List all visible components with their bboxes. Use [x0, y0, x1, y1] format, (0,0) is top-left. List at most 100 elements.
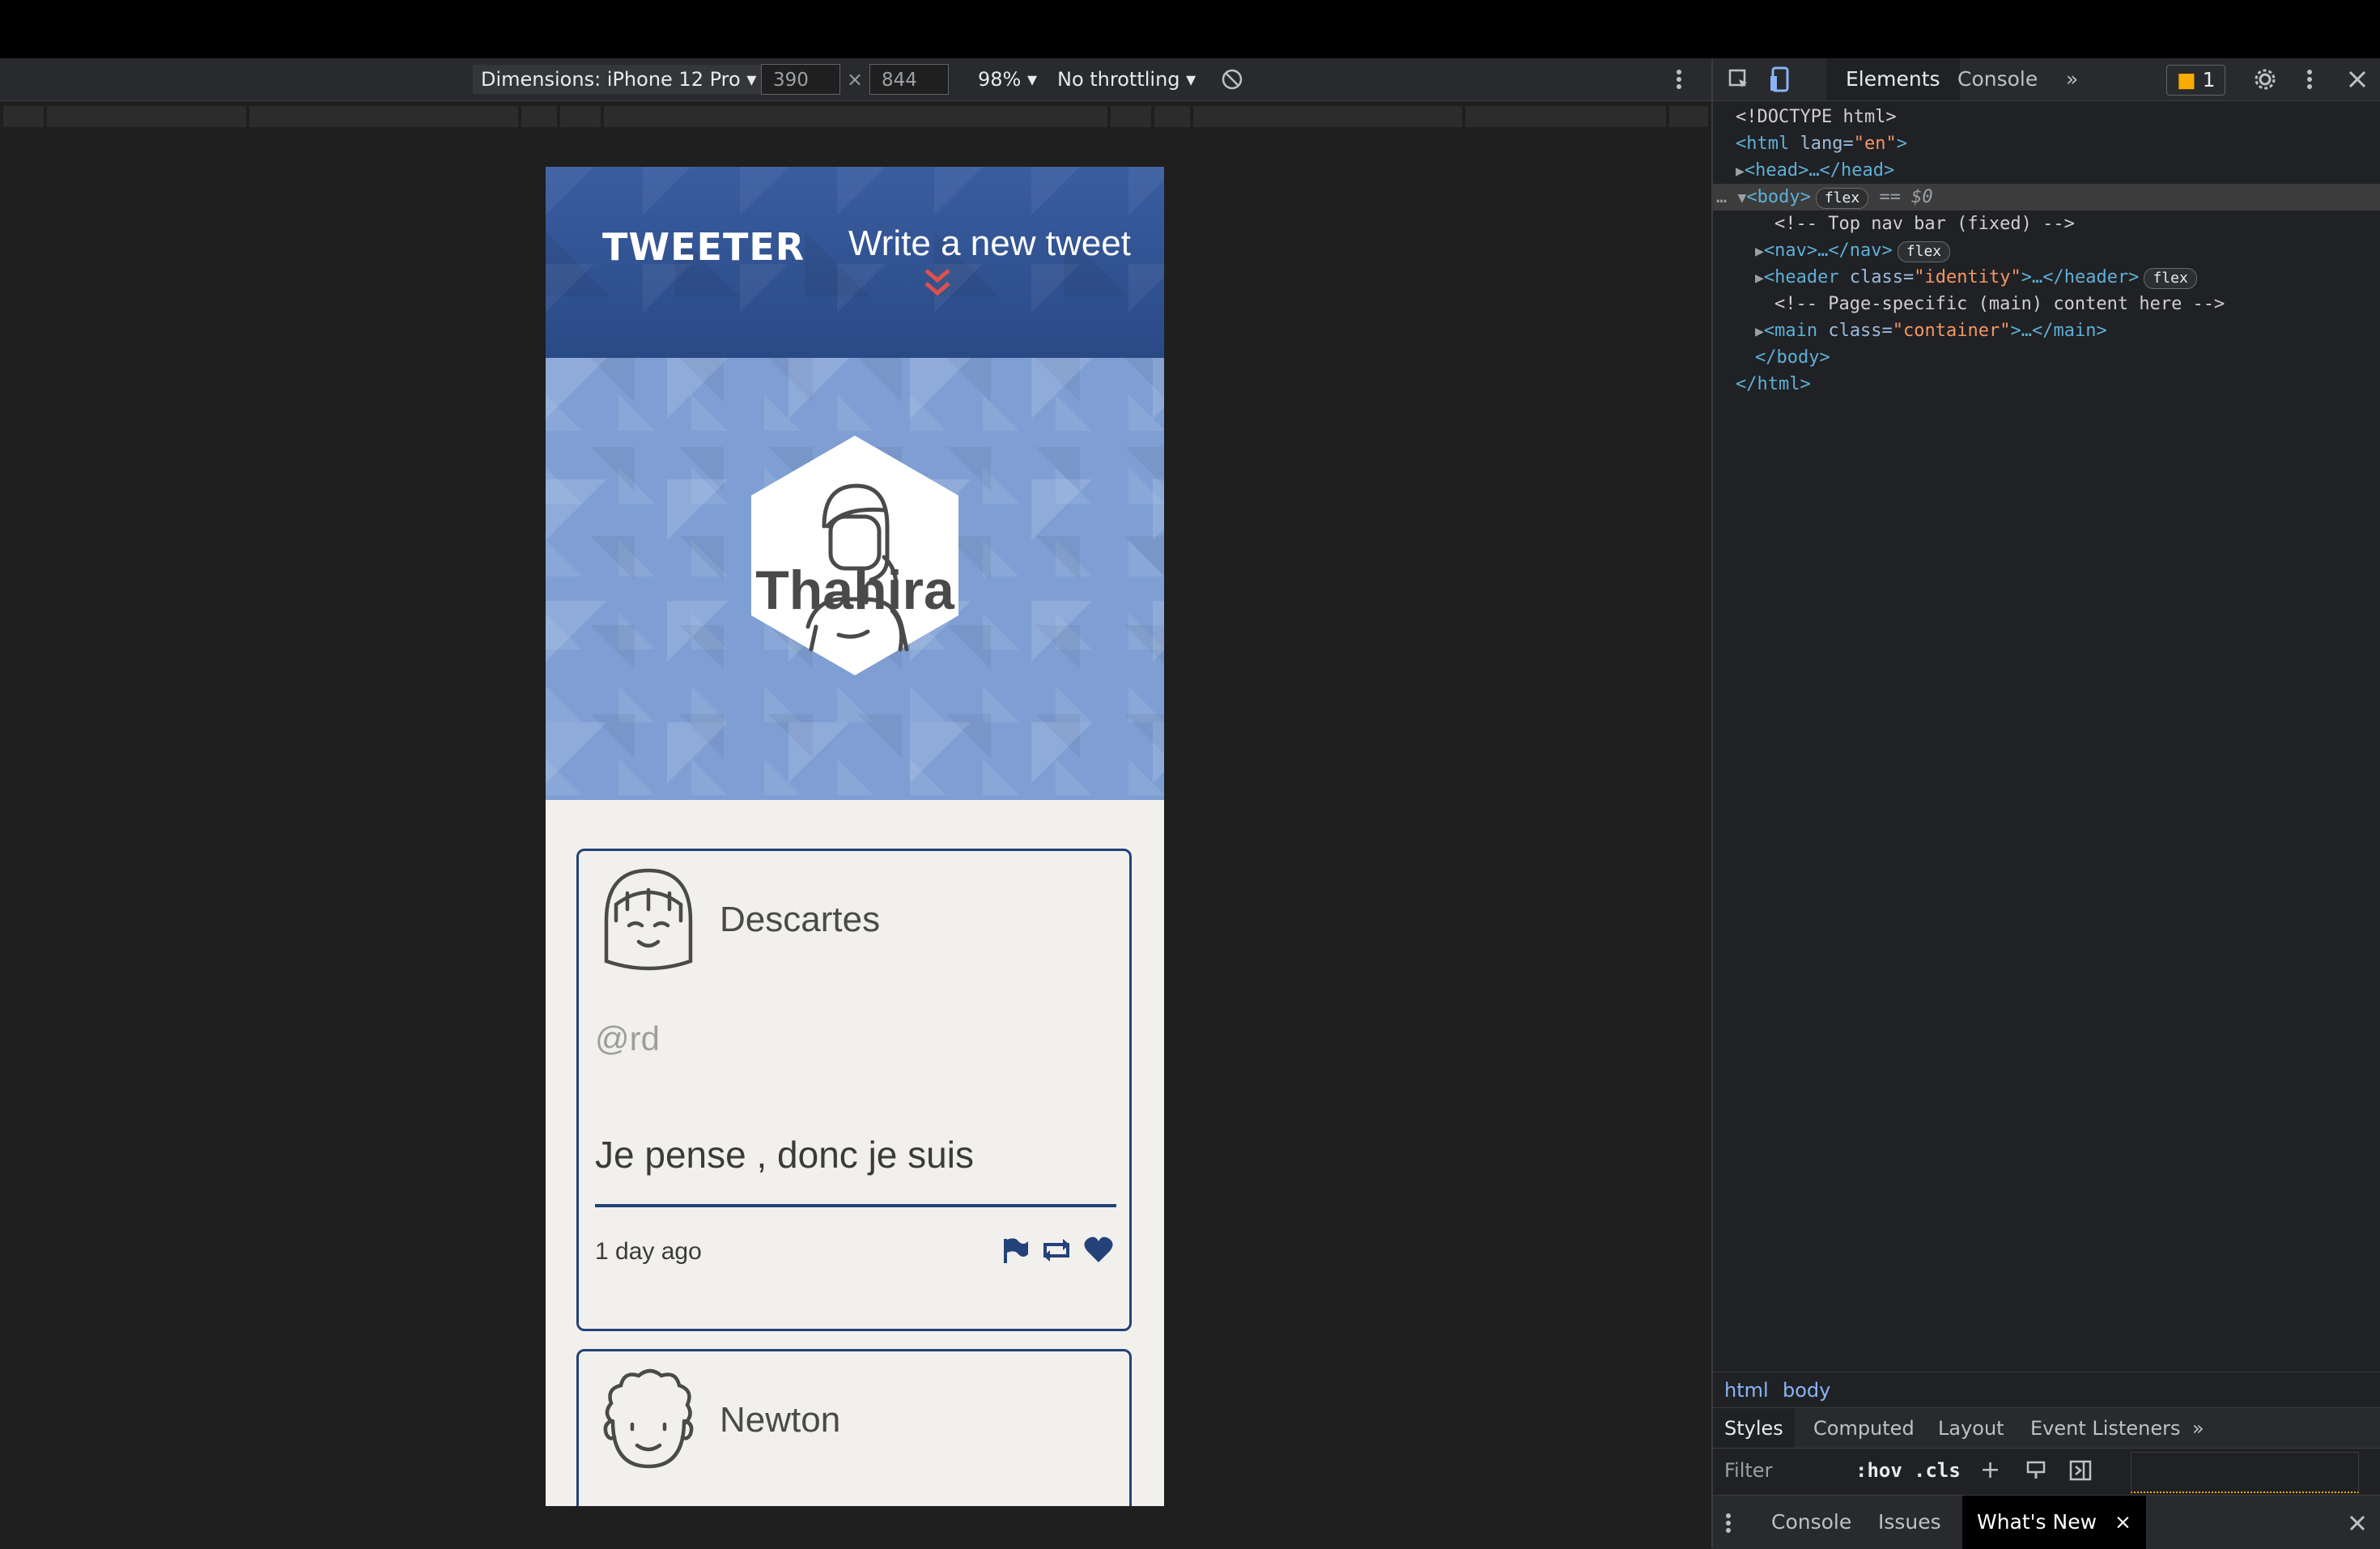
devtools-panel: Elements Console » ■ 1 <!DOCTYPE html> <…	[1711, 58, 2380, 1549]
dropdown-caret-icon: ▾	[746, 68, 757, 91]
styles-filter-input[interactable]: Filter	[1724, 1449, 1772, 1492]
dimensions-label: Dimensions: iPhone 12 Pro	[481, 68, 741, 91]
element-state-icon[interactable]	[2025, 1460, 2046, 1481]
dimensions-select[interactable]: Dimensions: iPhone 12 Pro ▾	[473, 65, 765, 94]
tweet-divider	[595, 1204, 1116, 1207]
dom-node[interactable]: </body>	[1713, 344, 2380, 371]
compose-link[interactable]: Write a new tweet	[848, 223, 1131, 264]
more-tabs-icon[interactable]: »	[2192, 1408, 2204, 1449]
dom-node[interactable]: </html>	[1713, 371, 2380, 398]
media-query-segment[interactable]	[1465, 106, 1668, 127]
retweet-icon[interactable]	[1040, 1236, 1073, 1264]
media-query-segment[interactable]	[560, 106, 602, 127]
media-query-segment[interactable]	[3, 106, 45, 127]
expand-triangle-icon: ▶	[1755, 270, 1764, 287]
tweet-author-name: Newton	[720, 1400, 841, 1440]
devtools-menu-icon[interactable]	[2306, 68, 2314, 91]
media-query-segment[interactable]	[1154, 106, 1192, 127]
media-query-bar	[0, 103, 1711, 130]
tweet-timestamp: 1 day ago	[595, 1238, 702, 1265]
dom-node[interactable]: ▶<nav>…</nav> flex	[1713, 237, 2380, 264]
media-query-segment[interactable]	[604, 106, 1109, 127]
throttling-value: No throttling	[1057, 68, 1180, 91]
width-input[interactable]: 390	[761, 64, 840, 95]
styles-tab-bar: Styles Computed Layout Event Listeners »	[1713, 1407, 2380, 1449]
dom-node[interactable]: ▶<main class="container">…</main>	[1713, 317, 2380, 344]
media-query-segment[interactable]	[249, 106, 520, 127]
media-query-segment[interactable]	[47, 106, 248, 127]
cls-toggle[interactable]: .cls	[1914, 1449, 1961, 1492]
height-input[interactable]: 844	[869, 64, 949, 95]
box-model-preview	[2131, 1452, 2359, 1493]
dom-node[interactable]: <!DOCTYPE html>	[1713, 104, 2380, 130]
dom-tree: <!DOCTYPE html> <html lang="en"> ▶<head>…	[1713, 104, 2380, 398]
close-icon[interactable]: ×	[2114, 1510, 2131, 1534]
issues-count: 1	[2202, 68, 2216, 91]
toggle-sidebar-icon[interactable]	[2069, 1460, 2092, 1481]
top-nav: TWEETER Write a new tweet	[546, 167, 1164, 358]
double-chevron-down-icon[interactable]	[921, 267, 954, 300]
warning-icon: ■	[2177, 68, 2196, 91]
throttling-select[interactable]: No throttling ▾	[1057, 58, 1196, 100]
media-query-segment[interactable]	[1193, 106, 1464, 127]
times-separator: ×	[847, 68, 864, 91]
flex-badge[interactable]: flex	[2144, 268, 2197, 289]
dom-node[interactable]: ▶<head>…</head>	[1713, 157, 2380, 184]
tweet-actions	[1001, 1236, 1113, 1264]
more-options-icon[interactable]	[1674, 68, 1684, 91]
dom-comment[interactable]: <!-- Top nav bar (fixed) -->	[1713, 211, 2380, 237]
drawer-tab-label: What's New	[1977, 1510, 2097, 1534]
tab-computed[interactable]: Computed	[1813, 1408, 1915, 1449]
issues-counter[interactable]: ■ 1	[2166, 65, 2226, 96]
flag-icon[interactable]	[1001, 1236, 1029, 1264]
top-black-bar	[0, 0, 2380, 58]
expand-triangle-icon: ▶	[1736, 163, 1745, 180]
app-logo[interactable]: TWEETER	[602, 225, 805, 269]
profile-name: Thahira	[755, 560, 954, 621]
drawer-tab-bar: Console Issues What's New ×	[1713, 1495, 2380, 1549]
expand-triangle-icon: ▶	[1755, 323, 1764, 340]
devtools-tab-bar: Elements Console » ■ 1	[1713, 58, 2380, 101]
tab-console[interactable]: Console	[1957, 58, 2038, 100]
zoom-value: 98%	[978, 68, 1022, 91]
rotate-icon[interactable]	[1221, 68, 1243, 91]
tab-event-listeners[interactable]: Event Listeners	[2030, 1408, 2180, 1449]
styles-filter-row: Filter :hov .cls +	[1713, 1448, 2380, 1493]
breadcrumb-body[interactable]: body	[1783, 1372, 1830, 1408]
device-toggle-icon[interactable]	[1770, 66, 1791, 92]
tab-elements[interactable]: Elements	[1826, 58, 1960, 100]
breadcrumb-html[interactable]: html	[1724, 1372, 1769, 1408]
profile-header: Thahira	[546, 358, 1164, 800]
breadcrumb: html body	[1713, 1372, 2380, 1408]
close-icon[interactable]	[2348, 70, 2367, 89]
drawer-menu-icon[interactable]	[1724, 1512, 1732, 1534]
dom-node[interactable]: ▶<header class="identity">…</header> flex	[1713, 264, 2380, 291]
heart-icon[interactable]	[1084, 1236, 1113, 1264]
dom-node[interactable]: <html lang="en">	[1713, 130, 2380, 157]
close-icon[interactable]	[2349, 1515, 2365, 1531]
hov-toggle[interactable]: :hov	[1855, 1449, 1902, 1492]
media-query-segment[interactable]	[1669, 106, 1710, 127]
drawer-tab-issues[interactable]: Issues	[1878, 1496, 1941, 1549]
media-query-segment[interactable]	[1111, 106, 1153, 127]
zoom-select[interactable]: 98% ▾	[978, 58, 1037, 100]
more-tabs-icon[interactable]: »	[2066, 58, 2078, 100]
drawer-tab-whats-new[interactable]: What's New ×	[1962, 1496, 2146, 1549]
flex-badge[interactable]: flex	[1897, 241, 1951, 262]
tweet-avatar	[604, 868, 693, 971]
gear-icon[interactable]	[2254, 68, 2276, 91]
tab-styles[interactable]: Styles	[1713, 1408, 1795, 1449]
new-rule-icon[interactable]: +	[1980, 1449, 2000, 1492]
tweet-handle: @rd	[595, 1019, 660, 1057]
collapse-triangle-icon: ▼	[1737, 189, 1747, 206]
drawer-tab-console[interactable]: Console	[1771, 1496, 1851, 1549]
dropdown-caret-icon: ▾	[1186, 68, 1196, 91]
dom-comment[interactable]: <!-- Page-specific (main) content here -…	[1713, 291, 2380, 317]
dom-node-selected[interactable]: … ▼<body> flex == $0	[1713, 184, 2380, 211]
tab-layout[interactable]: Layout	[1938, 1408, 2004, 1449]
tweet-card: Descartes @rd Je pense , donc je suis 1 …	[576, 849, 1132, 1331]
flex-badge[interactable]: flex	[1815, 188, 1869, 209]
inspect-element-icon[interactable]	[1728, 68, 1750, 91]
media-query-segment[interactable]	[521, 106, 559, 127]
device-toolbar: Dimensions: iPhone 12 Pro ▾ 390 × 844 98…	[0, 58, 1711, 101]
